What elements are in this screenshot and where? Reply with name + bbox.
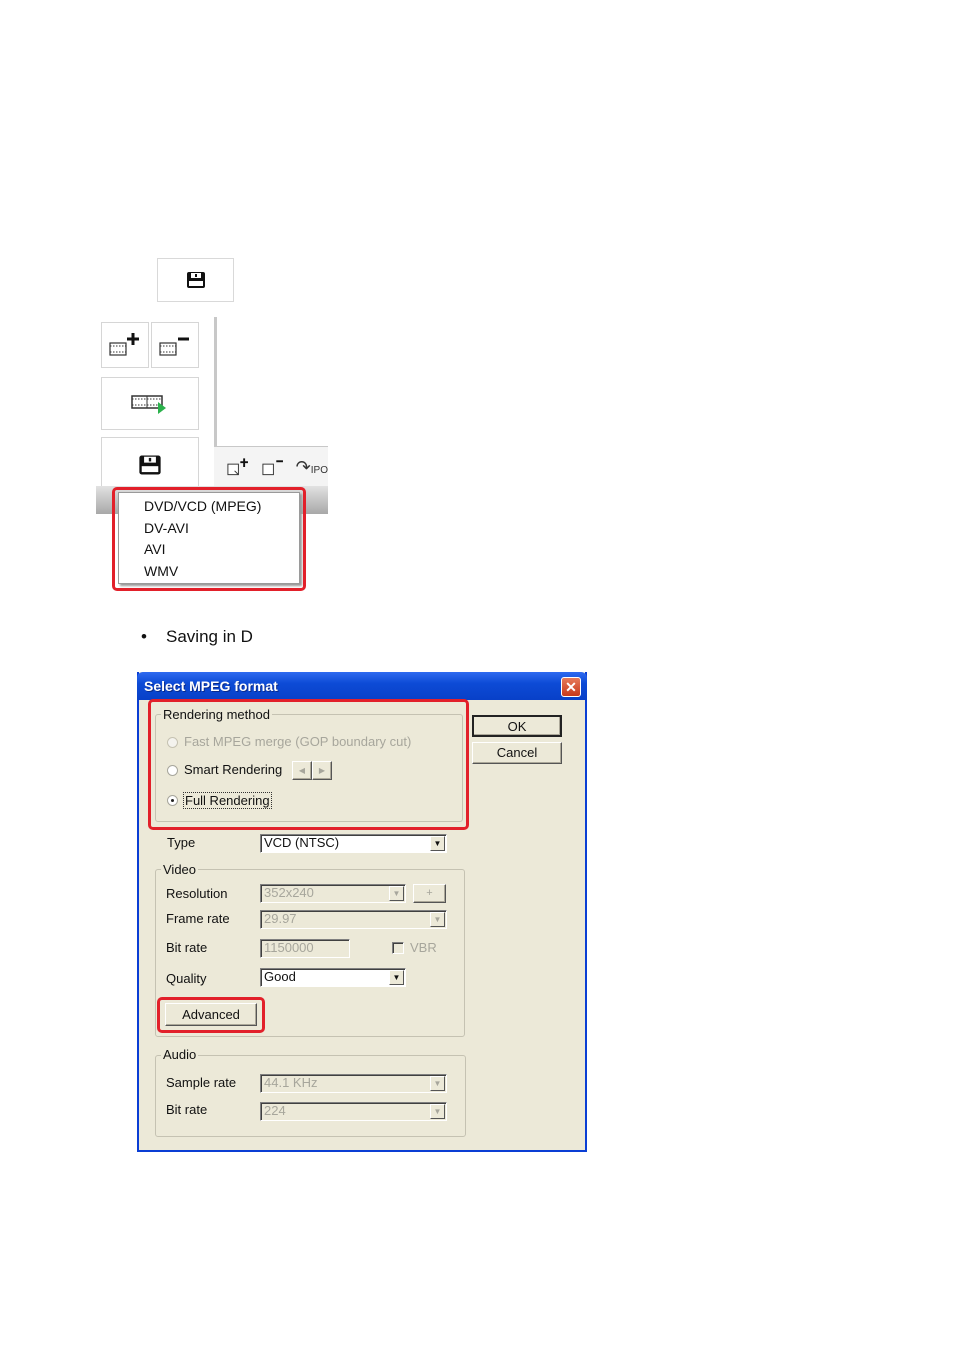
sample-rate-label: Sample rate: [166, 1075, 237, 1090]
bullet-symbol: •: [141, 627, 147, 646]
chevron-down-icon: ▼: [389, 970, 404, 985]
video-bit-rate-value: 1150000: [264, 940, 314, 955]
highlight-box: [157, 997, 265, 1033]
chevron-down-icon: ▼: [430, 1104, 445, 1119]
export-film-button[interactable]: [101, 377, 199, 430]
video-group-label: Video: [161, 862, 199, 877]
chevron-down-icon: ▼: [389, 886, 404, 901]
ipo-label: IPO: [310, 464, 328, 476]
quality-select[interactable]: Good ▼: [260, 968, 406, 987]
save-menu-button[interactable]: [101, 437, 199, 492]
bullet-line-text: Saving in D: [166, 627, 253, 646]
page-toolbar: ↷ IPO: [214, 446, 328, 486]
audio-bit-rate-value: 224: [264, 1103, 286, 1118]
resolution-select[interactable]: 352x240 ▼: [260, 884, 406, 903]
sample-rate-select[interactable]: 44.1 KHz ▼: [260, 1074, 447, 1093]
resolution-add-button[interactable]: +: [413, 884, 446, 903]
bit-rate-label: Bit rate: [166, 940, 208, 955]
type-label: Type: [167, 835, 196, 850]
chevron-down-icon: ▼: [430, 1076, 445, 1091]
audio-group-label: Audio: [161, 1047, 199, 1062]
type-value: VCD (NTSC): [264, 835, 340, 850]
highlight-box: [148, 699, 469, 830]
close-button[interactable]: ✕: [561, 677, 581, 697]
remove-clip-button[interactable]: [151, 322, 199, 368]
add-clip-button[interactable]: [101, 322, 149, 368]
resolution-value: 352x240: [264, 885, 314, 900]
frame-rate-value: 29.97: [264, 911, 297, 926]
ipo-rotate-icon[interactable]: ↷ IPO: [296, 458, 328, 476]
type-select[interactable]: VCD (NTSC) ▼: [260, 834, 447, 853]
audio-bit-rate-label: Bit rate: [166, 1102, 208, 1117]
sample-rate-value: 44.1 KHz: [264, 1075, 318, 1090]
remove-page-icon[interactable]: [261, 457, 286, 477]
quality-label: Quality: [166, 971, 207, 986]
add-clip-icon: [109, 333, 139, 356]
close-icon: ✕: [565, 679, 577, 695]
chevron-down-icon: ▼: [430, 836, 445, 851]
quality-value: Good: [264, 969, 296, 984]
ok-button[interactable]: OK: [472, 715, 562, 737]
remove-clip-icon: [159, 337, 189, 356]
video-bit-rate-input[interactable]: 1150000: [260, 939, 350, 958]
dialog-title: Select MPEG format: [144, 678, 278, 694]
highlight-box: [112, 487, 306, 591]
frame-rate-select[interactable]: 29.97 ▼: [260, 910, 447, 929]
cancel-button[interactable]: Cancel: [472, 742, 562, 764]
save-button[interactable]: [157, 258, 234, 302]
vbr-label: VBR: [410, 940, 437, 955]
frame-rate-label: Frame rate: [166, 911, 230, 926]
bullet-text: • Saving in D: [141, 627, 253, 647]
add-page-icon[interactable]: [226, 457, 251, 477]
audio-bit-rate-select[interactable]: 224 ▼: [260, 1102, 447, 1121]
audio-group: [155, 1055, 466, 1137]
chevron-down-icon: ▼: [430, 912, 445, 927]
resolution-label: Resolution: [166, 886, 228, 901]
vbr-checkbox[interactable]: [392, 942, 404, 954]
save-icon: [186, 272, 205, 288]
export-film-icon: [131, 394, 166, 414]
save-icon: [139, 455, 161, 474]
